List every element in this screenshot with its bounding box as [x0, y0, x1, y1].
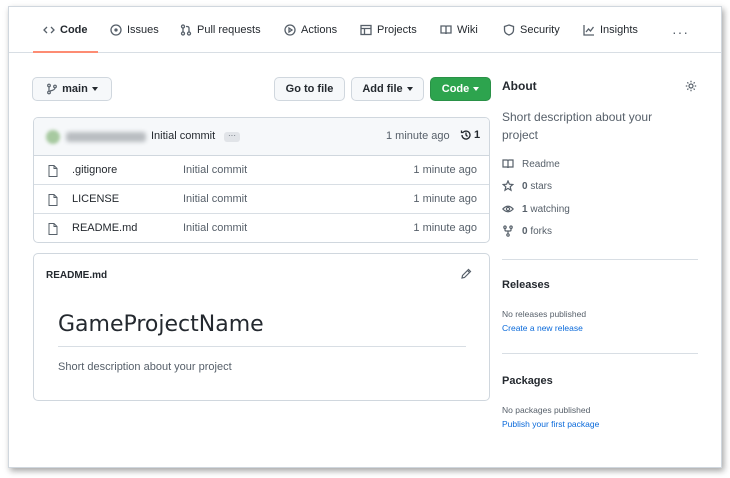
tab-actions-label: Actions [301, 24, 338, 36]
latest-commit-bar: Initial commit ··· 1 minute ago 1 [34, 118, 489, 156]
branch-icon [47, 83, 58, 95]
tab-issues-label: Issues [127, 24, 159, 36]
play-icon [284, 24, 296, 36]
tab-actions[interactable]: Actions [284, 21, 337, 39]
add-file-label: Add file [362, 83, 403, 95]
book-icon [502, 159, 514, 169]
pencil-icon[interactable] [460, 268, 472, 280]
file-commit-message[interactable]: Initial commit [183, 164, 247, 176]
commit-count: 1 [474, 129, 481, 141]
readme-panel: README.md GameProjectName Short descript… [33, 253, 490, 401]
readme-link-label: Readme [522, 158, 560, 170]
sidebar-divider [502, 353, 698, 354]
tab-insights-label: Insights [600, 24, 638, 36]
forks-link[interactable]: 0 forks [502, 225, 552, 237]
about-title: About [502, 79, 537, 93]
stars-link[interactable]: 0 stars [502, 180, 552, 192]
tab-projects[interactable]: Projects [360, 21, 417, 39]
tab-wiki[interactable]: Wiki [440, 21, 478, 39]
chevron-down-icon [91, 87, 98, 91]
file-name[interactable]: .gitignore [72, 164, 117, 176]
chevron-down-icon [406, 87, 413, 91]
fork-icon [503, 225, 513, 237]
file-icon [48, 194, 58, 206]
file-commit-time: 1 minute ago [413, 164, 477, 176]
sidebar-divider [502, 259, 698, 260]
watching-count: 1 [522, 203, 528, 215]
file-commit-message[interactable]: Initial commit [183, 222, 247, 234]
file-commit-time: 1 minute ago [413, 222, 477, 234]
tab-security[interactable]: Security [503, 21, 560, 39]
pull-request-icon [180, 24, 192, 36]
stars-label: stars [530, 180, 553, 192]
table-icon [360, 24, 372, 36]
stars-count: 0 [522, 180, 528, 192]
active-tab-underline [33, 51, 98, 53]
browser-page: Code Issues Pull requests Actions Projec… [8, 6, 722, 468]
readme-link[interactable]: Readme [502, 158, 560, 170]
file-icon [48, 223, 58, 235]
go-to-file-button[interactable]: Go to file [274, 77, 345, 101]
packages-empty-text: No packages published [502, 405, 591, 415]
releases-empty-text: No releases published [502, 309, 587, 319]
forks-count: 0 [522, 225, 528, 237]
commit-history-link[interactable]: 1 [460, 129, 480, 141]
forks-label: forks [530, 225, 553, 237]
code-icon [43, 26, 55, 34]
gear-icon[interactable] [685, 80, 697, 92]
tab-issues[interactable]: Issues [110, 21, 159, 39]
latest-commit-time: 1 minute ago [386, 130, 450, 142]
book-icon [440, 25, 452, 35]
readme-filename: README.md [46, 270, 108, 281]
file-row[interactable]: README.md Initial commit 1 minute ago [34, 214, 489, 242]
tab-projects-label: Projects [377, 24, 417, 36]
file-name[interactable]: README.md [72, 222, 137, 234]
history-icon [460, 130, 471, 140]
watching-label: watching [530, 203, 570, 215]
file-icon [48, 165, 58, 177]
tab-pull-requests-label: Pull requests [197, 24, 261, 36]
tab-pull-requests[interactable]: Pull requests [180, 21, 261, 39]
file-list: Initial commit ··· 1 minute ago 1 .gitig… [33, 117, 490, 243]
readme-body: Short description about your project [58, 361, 232, 373]
branch-name: main [62, 83, 88, 95]
file-row[interactable]: LICENSE Initial commit 1 minute ago [34, 185, 489, 214]
file-row[interactable]: .gitignore Initial commit 1 minute ago [34, 156, 489, 185]
file-commit-time: 1 minute ago [413, 193, 477, 205]
code-button-label: Code [441, 83, 470, 95]
file-commit-message[interactable]: Initial commit [183, 193, 247, 205]
tab-insights[interactable]: Insights [583, 21, 638, 39]
graph-icon [583, 25, 595, 36]
watching-link[interactable]: 1 watching [502, 203, 570, 215]
eye-icon [502, 205, 514, 213]
latest-commit-message[interactable]: Initial commit [151, 130, 215, 142]
packages-title[interactable]: Packages [502, 375, 553, 387]
add-file-button[interactable]: Add file [351, 77, 424, 101]
repo-nav: Code Issues Pull requests Actions Projec… [9, 7, 721, 53]
tab-security-label: Security [520, 24, 560, 36]
star-icon [502, 180, 514, 192]
branch-select[interactable]: main [32, 77, 112, 101]
tab-code[interactable]: Code [43, 21, 88, 39]
commit-ellipsis-button[interactable]: ··· [224, 132, 240, 142]
tab-code-label: Code [60, 24, 88, 36]
avatar[interactable] [46, 130, 60, 144]
create-release-link[interactable]: Create a new release [502, 323, 583, 333]
file-name[interactable]: LICENSE [72, 193, 119, 205]
chevron-down-icon [473, 87, 480, 91]
shield-icon [503, 24, 515, 36]
issue-icon [110, 24, 122, 36]
author-name-redacted[interactable] [66, 132, 146, 142]
about-description: Short description about your project [502, 110, 653, 142]
readme-heading: GameProjectName [58, 312, 264, 337]
releases-title[interactable]: Releases [502, 279, 550, 291]
code-button[interactable]: Code [430, 77, 491, 101]
tab-wiki-label: Wiki [457, 24, 478, 36]
more-icon[interactable]: ··· [672, 24, 689, 40]
publish-package-link[interactable]: Publish your first package [502, 419, 599, 429]
readme-heading-rule [58, 346, 466, 347]
